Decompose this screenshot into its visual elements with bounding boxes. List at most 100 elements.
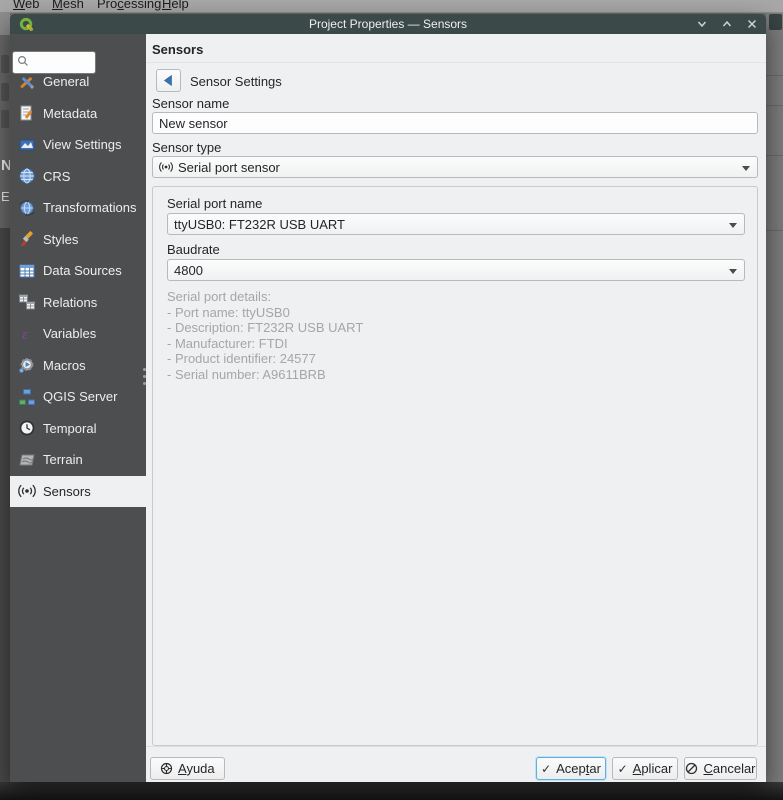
menu-web[interactable]: Web <box>13 0 40 11</box>
sensor-type-label: Sensor type <box>152 140 222 155</box>
sidebar-item-data-sources[interactable]: Data Sources <box>10 255 146 287</box>
project-properties-dialog: Project Properties — Sensors General Met… <box>10 14 766 782</box>
sidebar-item-label: View Settings <box>43 137 122 153</box>
sidebar-item-label: Data Sources <box>43 263 122 279</box>
sidebar-item-macros[interactable]: Macros <box>10 350 146 382</box>
sensor-type-select[interactable]: Serial port sensor <box>152 156 758 178</box>
server-icon <box>18 388 36 406</box>
svg-text:ε: ε <box>22 327 28 343</box>
background-text-fragment: EF <box>1 189 10 204</box>
page-title: Sensors <box>152 42 204 57</box>
menu-mesh[interactable]: Mesh <box>52 0 84 11</box>
sidebar-item-label: QGIS Server <box>43 389 118 405</box>
triangle-left-icon <box>163 75 172 86</box>
button-row-separator <box>146 746 766 747</box>
app-menubar: Web Mesh Processing Help <box>0 0 783 13</box>
maximize-button[interactable] <box>721 18 733 30</box>
sidebar-item-label: Sensors <box>43 483 91 499</box>
baudrate-select[interactable]: 4800 <box>167 259 745 281</box>
clock-icon <box>18 419 36 437</box>
minimize-button[interactable] <box>696 18 708 30</box>
sidebar-item-view-settings[interactable]: View Settings <box>10 129 146 161</box>
sidebar-item-temporal[interactable]: Temporal <box>10 413 146 445</box>
dialog-titlebar[interactable]: Project Properties — Sensors <box>10 14 766 34</box>
details-line: - Manufacturer: FTDI <box>167 335 288 351</box>
help-icon <box>160 762 173 775</box>
details-line: - Port name: ttyUSB0 <box>167 304 290 320</box>
chevron-down-icon <box>729 223 737 228</box>
details-line: Serial port details: <box>167 289 272 304</box>
transform-globe-icon <box>18 199 36 217</box>
apply-button[interactable]: ✓ Aplicar <box>612 757 678 780</box>
paintbrush-icon <box>18 230 36 248</box>
sensors-page: Sensors Sensor Settings Sensor name Sens… <box>143 34 766 782</box>
sidebar-item-metadata[interactable]: Metadata <box>10 98 146 130</box>
cancel-button[interactable]: Cancelar <box>684 757 757 780</box>
sidebar-item-label: Temporal <box>43 420 97 436</box>
view-settings-icon <box>18 136 36 154</box>
gear-play-icon <box>18 356 36 374</box>
sidebar-item-general[interactable]: General <box>10 66 146 98</box>
sidebar-item-label: Metadata <box>43 105 98 121</box>
sidebar-item-label: General <box>43 74 90 90</box>
sensor-name-input[interactable] <box>152 112 758 134</box>
sidebar-item-label: Relations <box>43 294 98 310</box>
sensor-type-icon <box>159 160 173 174</box>
terrain-icon <box>18 451 36 469</box>
sensor-type-value: Serial port sensor <box>178 159 280 175</box>
details-line: - Description: FT232R USB UART <box>167 320 364 335</box>
sidebar-item-label: CRS <box>43 168 71 184</box>
sidebar-item-styles[interactable]: Styles <box>10 224 146 256</box>
serial-port-label: Serial port name <box>167 196 263 211</box>
background-left-strip: N EF <box>0 13 10 800</box>
header-separator <box>146 62 766 63</box>
cancel-icon <box>685 762 698 775</box>
serial-port-value: ttyUSB0: FT232R USB UART <box>174 216 345 232</box>
menu-help[interactable]: Help <box>162 0 189 11</box>
metadata-icon <box>18 104 36 122</box>
close-button[interactable] <box>746 18 758 30</box>
serial-settings-group: Serial port name ttyUSB0: FT232R USB UAR… <box>152 186 758 746</box>
sensor-name-label: Sensor name <box>152 96 230 111</box>
background-bottom-strip <box>0 782 783 800</box>
serial-port-select[interactable]: ttyUSB0: FT232R USB UART <box>167 213 745 235</box>
accept-button[interactable]: ✓ Aceptar <box>536 757 606 780</box>
sidebar-item-label: Transformations <box>43 200 137 216</box>
check-icon: ✓ <box>541 761 552 776</box>
relations-icon <box>18 293 36 311</box>
details-line: - Serial number: A9611BRB <box>167 366 326 382</box>
globe-icon <box>18 167 36 185</box>
qgis-logo-icon <box>19 17 34 32</box>
sidebar-item-label: Variables <box>43 326 97 342</box>
baudrate-label: Baudrate <box>167 242 220 257</box>
back-button[interactable] <box>156 69 181 92</box>
check-icon: ✓ <box>617 761 628 776</box>
help-button[interactable]: Ayuda <box>150 757 225 780</box>
sidebar-item-label: Terrain <box>43 452 83 468</box>
sidebar-item-sensors[interactable]: Sensors <box>10 475 146 507</box>
table-icon <box>18 262 36 280</box>
chevron-down-icon <box>742 166 750 171</box>
baudrate-value: 4800 <box>174 262 203 278</box>
antenna-icon <box>18 482 36 500</box>
sidebar-item-variables[interactable]: ε Variables <box>10 318 146 350</box>
chevron-down-icon <box>729 269 737 274</box>
sidebar-item-label: Macros <box>43 357 86 373</box>
tools-icon <box>18 73 36 91</box>
sidebar-item-crs[interactable]: CRS <box>10 161 146 193</box>
settings-title: Sensor Settings <box>190 74 282 89</box>
sidebar-item-label: Styles <box>43 231 79 247</box>
epsilon-icon: ε <box>18 325 36 343</box>
details-line: - Product identifier: 24577 <box>167 351 316 366</box>
dialog-title: Project Properties — Sensors <box>308 17 468 31</box>
background-text-fragment: N <box>1 157 10 174</box>
sidebar-nav: General Metadata View Settings CRS Trans… <box>10 66 146 507</box>
serial-port-details: Serial port details: - Port name: ttyUSB… <box>167 289 363 382</box>
sidebar-item-qgis-server[interactable]: QGIS Server <box>10 381 146 413</box>
splitter-handle[interactable] <box>143 368 146 385</box>
sidebar-item-terrain[interactable]: Terrain <box>10 444 146 476</box>
settings-sidebar: General Metadata View Settings CRS Trans… <box>10 34 146 782</box>
sidebar-item-transformations[interactable]: Transformations <box>10 192 146 224</box>
menu-processing[interactable]: Processing <box>97 0 161 11</box>
sidebar-item-relations[interactable]: Relations <box>10 287 146 319</box>
